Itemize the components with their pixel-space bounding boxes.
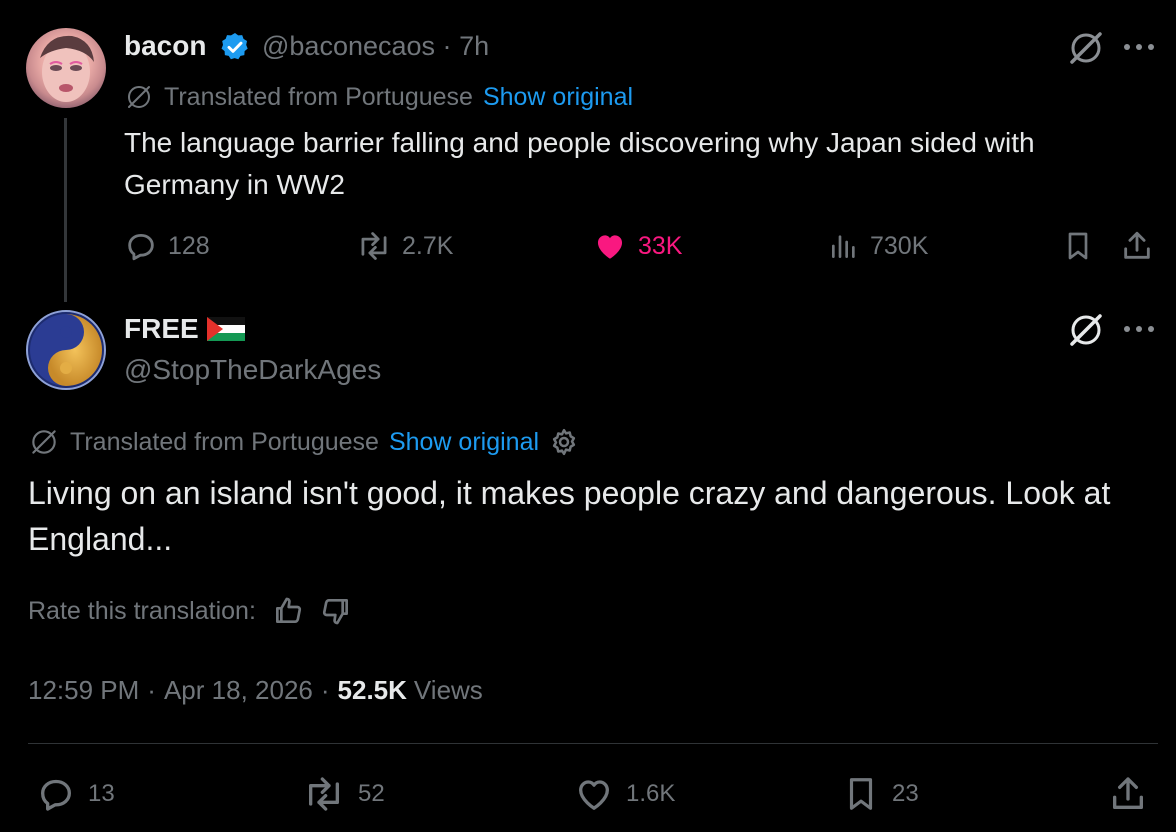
palestine-flag-icon: [206, 317, 245, 341]
post-age[interactable]: 7h: [459, 31, 489, 61]
more-icon[interactable]: [1122, 322, 1156, 336]
repost-button[interactable]: 52: [302, 774, 385, 814]
repost-count: 2.7K: [402, 231, 454, 260]
views-button[interactable]: 730K: [828, 226, 928, 266]
handle-and-age[interactable]: @baconecaos · 7h: [262, 31, 489, 62]
show-original-link[interactable]: Show original: [483, 83, 633, 112]
separator: ·: [442, 31, 452, 61]
bookmark-count: 23: [892, 780, 919, 807]
bookmark-icon: [1062, 229, 1094, 263]
reply-button[interactable]: 13: [36, 774, 115, 814]
rate-translation: Rate this translation:: [28, 592, 352, 630]
gear-icon[interactable]: [549, 427, 579, 457]
translate-icon: [28, 426, 60, 458]
views-count: 730K: [870, 231, 929, 260]
grok-icon[interactable]: [1066, 310, 1106, 350]
thumbs-down-icon[interactable]: [320, 595, 352, 627]
reply-icon: [36, 774, 76, 814]
heart-icon: [592, 229, 628, 263]
divider: [28, 743, 1158, 744]
reply-count: 128: [168, 231, 210, 260]
translation-notice: Translated from Portuguese Show original: [124, 80, 633, 114]
share-icon: [1120, 229, 1154, 263]
separator: ·: [320, 674, 330, 705]
translated-from-label: Translated from Portuguese: [164, 82, 473, 111]
translation-notice: Translated from Portuguese Show original: [28, 424, 579, 460]
handle[interactable]: @baconecaos: [262, 31, 435, 61]
reply-count: 13: [88, 780, 115, 807]
thumbs-up-icon[interactable]: [272, 595, 304, 627]
share-button[interactable]: [1120, 226, 1154, 266]
show-original-link[interactable]: Show original: [389, 428, 539, 457]
more-icon[interactable]: [1122, 40, 1156, 54]
like-count: 33K: [638, 231, 683, 260]
views-icon: [828, 230, 860, 262]
post-date[interactable]: Apr 18, 2026: [164, 675, 313, 706]
translated-from-label: Translated from Portuguese: [70, 427, 379, 456]
tweet-metadata: 12:59 PM · Apr 18, 2026 · 52.5K Views: [28, 672, 483, 708]
bookmark-button[interactable]: [1062, 226, 1094, 266]
avatar-free[interactable]: [26, 310, 106, 390]
repost-button[interactable]: 2.7K: [356, 226, 453, 266]
translate-icon: [124, 82, 154, 112]
like-count: 1.6K: [626, 780, 676, 807]
repost-icon: [356, 229, 392, 263]
handle[interactable]: @StopTheDarkAges: [124, 354, 381, 386]
share-button[interactable]: [1108, 774, 1148, 814]
like-button[interactable]: 1.6K: [574, 774, 675, 814]
reply-button[interactable]: 128: [124, 226, 210, 266]
display-name-bacon[interactable]: bacon: [124, 30, 206, 62]
post-time[interactable]: 12:59 PM: [28, 675, 139, 706]
heart-icon: [574, 774, 614, 814]
display-name-text: FREE: [124, 313, 199, 344]
thread-connector-line: [64, 118, 67, 302]
share-icon: [1108, 774, 1148, 814]
verified-badge-icon: [219, 31, 251, 63]
separator: ·: [147, 674, 156, 705]
views-count: 52.5K: [337, 674, 407, 705]
rate-translation-label: Rate this translation:: [28, 596, 256, 625]
tweet-text: The language barrier falling and people …: [124, 127, 1035, 200]
bookmark-button[interactable]: 23: [842, 774, 919, 814]
bookmark-icon: [842, 774, 880, 814]
like-button[interactable]: 33K: [592, 226, 682, 266]
avatar-bacon[interactable]: [26, 28, 106, 108]
repost-count: 52: [358, 780, 385, 807]
display-name-free[interactable]: FREE: [124, 313, 245, 345]
reply-icon: [124, 229, 158, 263]
repost-icon: [302, 774, 346, 814]
tweet-text: Living on an island isn't good, it makes…: [28, 475, 1111, 557]
views-label: Views: [413, 674, 483, 705]
grok-icon[interactable]: [1066, 28, 1106, 68]
